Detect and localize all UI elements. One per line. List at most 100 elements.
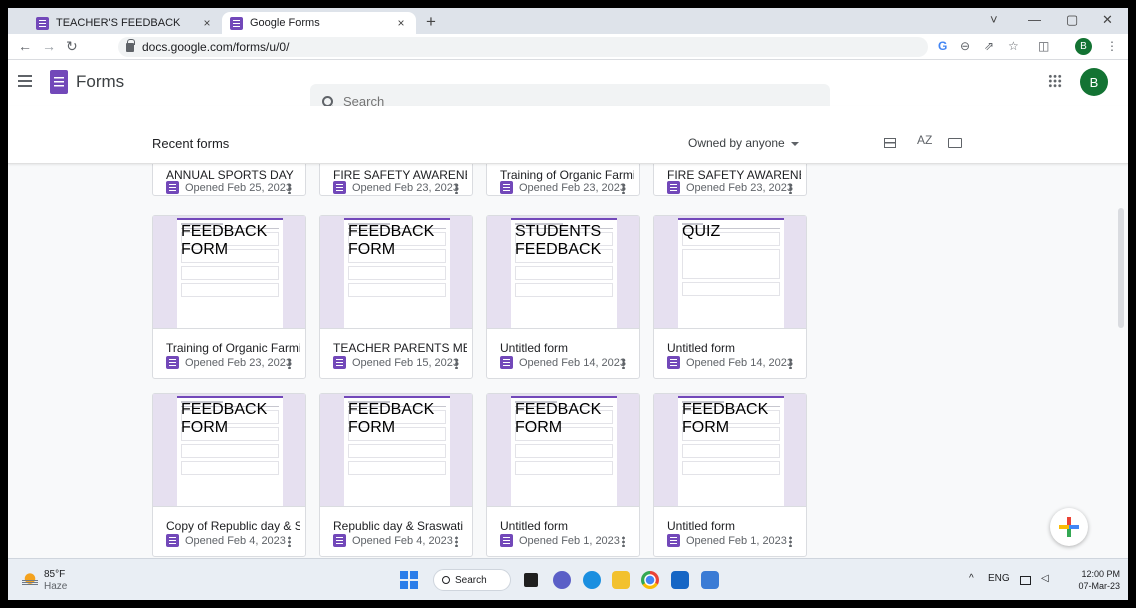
form-name: Untitled form	[667, 519, 736, 533]
form-preview: FEEDBACK FORM	[344, 218, 450, 328]
network-icon[interactable]	[1020, 576, 1031, 585]
more-options-icon[interactable]	[622, 183, 625, 194]
more-options-icon[interactable]	[288, 183, 291, 194]
bookmark-star-icon[interactable]: ☆	[1008, 39, 1019, 53]
forward-arrow-icon[interactable]: →	[42, 38, 56, 54]
form-card[interactable]: FIRE SAFETY AWARENESS... Opened Feb 23, …	[653, 164, 807, 196]
open-file-picker-icon[interactable]	[948, 138, 962, 148]
form-thumbnail: FEEDBACK FORM	[320, 394, 472, 507]
form-card[interactable]: FEEDBACK FORM TEACHER PARENTS MEETI... O…	[319, 215, 473, 379]
form-card[interactable]: FEEDBACK FORM Copy of Republic day & Sr.…	[152, 393, 306, 557]
more-options-icon[interactable]	[288, 536, 291, 547]
new-tab-button[interactable]: +	[426, 12, 436, 32]
owner-filter-dropdown[interactable]: Owned by anyone	[688, 136, 799, 150]
side-panel-icon[interactable]: ◫	[1038, 39, 1049, 53]
form-card[interactable]: FEEDBACK FORM Untitled form Opened Feb 1…	[486, 393, 640, 557]
search-icon[interactable]	[322, 95, 333, 107]
weather-temperature[interactable]: 85°F	[44, 569, 65, 580]
more-options-icon[interactable]	[622, 358, 625, 369]
zoom-icon[interactable]: ⊖	[960, 39, 970, 53]
thumb-title-line: STUDENTS FEEDBACK	[515, 223, 602, 258]
main-menu-icon[interactable]	[18, 75, 32, 87]
windows-start-icon[interactable]	[400, 571, 418, 589]
share-icon[interactable]: ⇗	[984, 39, 994, 53]
form-opened-date: Opened Feb 4, 2023	[333, 534, 453, 547]
thumb-title-line: FEEDBACK FORM	[682, 401, 769, 436]
reload-icon[interactable]: ↻	[66, 38, 78, 55]
tab-teachers-feedback[interactable]: TEACHER'S FEEDBACK ×	[28, 12, 222, 34]
search-icon	[442, 576, 450, 584]
minimize-icon[interactable]: —	[1028, 12, 1041, 27]
browser-tab-strip: TEACHER'S FEEDBACK × Google Forms × + ˅ …	[8, 8, 1128, 34]
more-options-icon[interactable]	[455, 536, 458, 547]
create-form-button[interactable]	[1050, 508, 1088, 546]
form-card[interactable]: STUDENTS FEEDBACK Untitled form Opened F…	[486, 215, 640, 379]
more-options-icon[interactable]	[789, 183, 792, 194]
form-name: FIRE SAFETY AWARENESS...	[667, 168, 801, 182]
show-hidden-icons[interactable]: ^	[969, 573, 974, 584]
form-preview: FEEDBACK FORM	[344, 396, 450, 506]
form-preview: FEEDBACK FORM	[177, 396, 283, 506]
word-document-icon[interactable]	[701, 571, 719, 589]
close-window-icon[interactable]: ✕	[1102, 12, 1113, 28]
weather-condition[interactable]: Haze	[44, 581, 67, 592]
tab-search-icon[interactable]: ˅	[990, 12, 998, 27]
form-card[interactable]: FEEDBACK FORM Republic day & Sraswati P.…	[319, 393, 473, 557]
thumb-title-line: FEEDBACK FORM	[181, 401, 268, 436]
app-title[interactable]: Forms	[76, 72, 124, 92]
forms-logo-icon[interactable]	[50, 70, 68, 94]
restore-icon[interactable]: ▢	[1066, 12, 1078, 28]
language-indicator[interactable]: ENG	[988, 573, 1010, 584]
forms-favicon-icon	[36, 16, 49, 30]
form-thumbnail: FEEDBACK FORM	[153, 216, 305, 329]
google-apps-icon[interactable]	[1048, 74, 1062, 88]
url-field[interactable]: docs.google.com/forms/u/0/	[118, 37, 928, 57]
form-card[interactable]: FEEDBACK FORM Training of Organic Farmi.…	[152, 215, 306, 379]
task-view-icon[interactable]	[524, 573, 538, 587]
more-options-icon[interactable]	[455, 358, 458, 369]
forms-mini-icon	[667, 356, 680, 369]
form-card[interactable]: QUIZ Untitled form Opened Feb 14, 2023	[653, 215, 807, 379]
url-text: docs.google.com/forms/u/0/	[142, 40, 290, 54]
taskbar-search[interactable]: Search	[433, 569, 511, 591]
file-explorer-icon[interactable]	[612, 571, 630, 589]
more-options-icon[interactable]	[455, 183, 458, 194]
tab-google-forms[interactable]: Google Forms ×	[222, 12, 416, 34]
scrollbar-thumb[interactable]	[1118, 208, 1124, 328]
form-name: Untitled form	[667, 341, 736, 355]
system-clock[interactable]: 12:00 PM 07-Mar-23	[1070, 568, 1120, 592]
close-tab-icon[interactable]: ×	[394, 16, 408, 30]
more-options-icon[interactable]	[789, 358, 792, 369]
form-card[interactable]: Training of Organic Farmi... Opened Feb …	[486, 164, 640, 196]
google-lens-icon[interactable]: G	[938, 39, 947, 53]
form-card[interactable]: ANNUAL SPORTS DAY Opened Feb 25, 2023	[152, 164, 306, 196]
back-arrow-icon[interactable]: ←	[18, 38, 32, 54]
form-thumbnail: FEEDBACK FORM	[320, 216, 472, 329]
form-card[interactable]: FIRE SAFETY AWARENESS... Opened Feb 23, …	[319, 164, 473, 196]
form-opened-date: Opened Feb 4, 2023	[166, 534, 286, 547]
form-name: Untitled form	[500, 341, 569, 355]
account-avatar[interactable]: B	[1080, 68, 1108, 96]
meet-chat-icon[interactable]	[553, 571, 571, 589]
chrome-browser-icon[interactable]	[641, 571, 659, 589]
browser-profile-avatar[interactable]: B	[1075, 38, 1092, 55]
more-options-icon[interactable]	[288, 358, 291, 369]
form-name: Untitled form	[500, 519, 569, 533]
weather-haze-icon[interactable]	[22, 573, 38, 587]
form-opened-date: Opened Feb 15, 2023	[333, 356, 459, 369]
close-tab-icon[interactable]: ×	[200, 16, 214, 30]
form-thumbnail: FEEDBACK FORM	[487, 394, 639, 507]
edge-browser-icon[interactable]	[583, 571, 601, 589]
volume-icon[interactable]: ◁	[1041, 573, 1049, 584]
sort-options-icon[interactable]: AZ	[917, 133, 932, 147]
thumb-title-line: FEEDBACK FORM	[348, 401, 435, 436]
more-options-icon[interactable]	[789, 536, 792, 547]
forms-mini-icon	[500, 356, 513, 369]
list-view-icon[interactable]	[884, 138, 896, 148]
form-name: Training of Organic Farmi...	[166, 341, 300, 355]
mail-icon[interactable]	[671, 571, 689, 589]
form-card[interactable]: FEEDBACK FORM Untitled form Opened Feb 1…	[653, 393, 807, 557]
browser-menu-icon[interactable]: ⋮	[1106, 39, 1118, 53]
more-options-icon[interactable]	[622, 536, 625, 547]
form-preview: FEEDBACK FORM	[511, 396, 617, 506]
